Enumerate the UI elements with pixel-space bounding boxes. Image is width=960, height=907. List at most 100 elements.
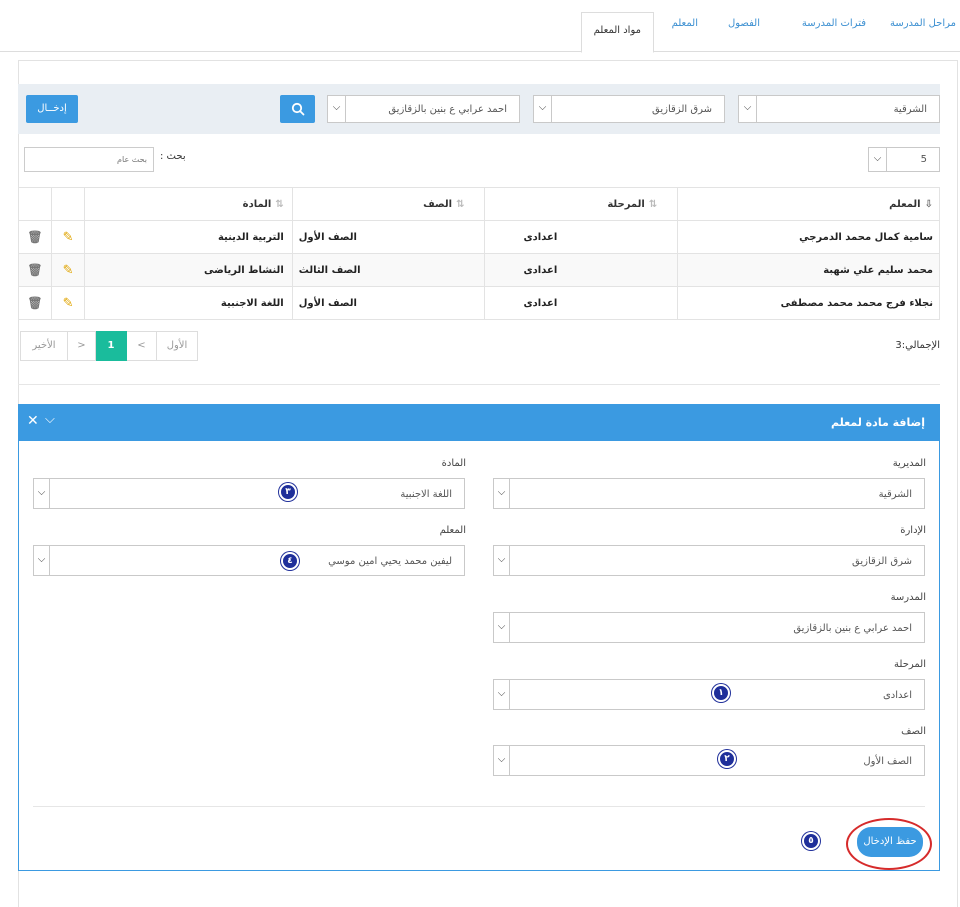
- page-next-button[interactable]: >: [67, 331, 96, 361]
- tab-teacher[interactable]: المعلم: [672, 18, 698, 29]
- cell-stage: اعدادى: [484, 286, 679, 320]
- trash-icon: 🗑: [27, 263, 43, 277]
- panel-header: إضافة مادة لمعلم ✕ ⌵: [19, 405, 939, 441]
- grade-select[interactable]: الصف الأول ⌵: [493, 745, 925, 776]
- table-row: نجلاء فرج محمد محمد مصطفى اعدادى الصف ال…: [17, 286, 940, 320]
- delete-button[interactable]: 🗑: [17, 286, 53, 320]
- pencil-icon: ✎: [62, 262, 74, 278]
- page-last-button[interactable]: الأخير: [20, 331, 68, 361]
- tab-teacher-subjects[interactable]: مواد المعلم: [580, 12, 654, 53]
- page-size-value: 5: [920, 154, 927, 165]
- column-header-grade[interactable]: ⇅الصف: [291, 187, 486, 221]
- edit-button[interactable]: ✎: [51, 286, 85, 320]
- search-icon: [291, 102, 304, 116]
- school-filter-value: احمد عرابي ع بنين بالزقازيق: [388, 104, 507, 115]
- delete-button[interactable]: 🗑: [17, 220, 53, 254]
- divider: [18, 384, 940, 385]
- directorate-select[interactable]: الشرقية ⌵: [493, 478, 925, 509]
- step-badge-1: ١: [712, 684, 730, 702]
- chevron-down-icon: ⌵: [534, 96, 552, 122]
- subject-value: اللغة الاجنبية: [400, 489, 452, 500]
- table-row: سامية كمال محمد الدمرجي اعدادى الصف الأو…: [17, 220, 940, 254]
- cell-grade: الصف الأول: [291, 286, 486, 320]
- column-header-stage[interactable]: ⇅المرحلة: [484, 187, 679, 221]
- page-prev-button[interactable]: <: [126, 331, 157, 361]
- teacher-select[interactable]: ليفين محمد يحيي امين موسي ⌵: [33, 545, 465, 576]
- tab-school-periods[interactable]: فترات المدرسة: [802, 18, 866, 29]
- chevron-down-icon: ⌵: [34, 479, 50, 508]
- cell-teacher: محمد سليم علي شهبة: [677, 253, 940, 287]
- column-header-subject[interactable]: ⇅المادة: [84, 187, 293, 221]
- sort-icon: ⇩: [924, 198, 933, 210]
- directorate-label: المديرية: [892, 458, 926, 469]
- administration-value: شرق الزقازيق: [852, 556, 912, 567]
- chevron-down-icon: ⌵: [494, 546, 510, 575]
- column-header-teacher[interactable]: ⇩المعلم: [677, 187, 940, 221]
- directorate-filter-value: الشرقية: [893, 104, 927, 115]
- chevron-down-icon: ⌵: [494, 680, 510, 709]
- header-label: المعلم: [889, 198, 921, 210]
- teacher-subjects-table: ⇩المعلم ⇅المرحلة ⇅الصف ⇅المادة سامية كما…: [17, 187, 940, 320]
- trash-icon: 🗑: [27, 296, 43, 310]
- page-size-select[interactable]: 5 ⌵: [868, 147, 940, 172]
- cell-teacher: نجلاء فرج محمد محمد مصطفى: [677, 286, 940, 320]
- tab-classes[interactable]: الفصول: [728, 18, 760, 29]
- column-header-edit: [51, 187, 85, 221]
- header-label: المادة: [242, 198, 272, 210]
- column-header-delete: [17, 187, 53, 221]
- save-entry-button[interactable]: حفظ الإدخال: [857, 827, 923, 857]
- pencil-icon: ✎: [62, 295, 74, 311]
- cell-subject: النشاط الرياضى: [84, 253, 293, 287]
- step-badge-4: ٤: [281, 552, 299, 570]
- tab-bar: مراحل المدرسة فترات المدرسة الفصول المعل…: [0, 0, 960, 53]
- stage-label: المرحلة: [894, 659, 926, 670]
- school-select[interactable]: احمد عرابي ع بنين بالزقازيق ⌵: [493, 612, 925, 643]
- teacher-value: ليفين محمد يحيي امين موسي: [328, 556, 452, 567]
- stage-select[interactable]: اعدادى ⌵: [493, 679, 925, 710]
- cell-subject: اللغة الاجنبية: [84, 286, 293, 320]
- administration-select[interactable]: شرق الزقازيق ⌵: [493, 545, 925, 576]
- page-first-button[interactable]: الأول: [156, 331, 198, 361]
- enter-button[interactable]: إدخــال: [26, 95, 78, 123]
- directorate-filter-select[interactable]: الشرقية ⌵: [738, 95, 940, 123]
- cell-grade: الصف الأول: [291, 220, 486, 254]
- page-1-button[interactable]: 1: [95, 331, 127, 361]
- sort-icon: ⇅: [648, 198, 658, 210]
- school-value: احمد عرابي ع بنين بالزقازيق: [793, 623, 912, 634]
- subject-select[interactable]: اللغة الاجنبية ⌵: [33, 478, 465, 509]
- panel-title: إضافة مادة لمعلم: [831, 416, 925, 429]
- chevron-down-icon: ⌵: [34, 546, 50, 575]
- table-header-row: ⇩المعلم ⇅المرحلة ⇅الصف ⇅المادة: [17, 187, 940, 221]
- chevron-down-icon: ⌵: [869, 148, 887, 171]
- administration-filter-select[interactable]: شرق الزقازيق ⌵: [533, 95, 725, 123]
- step-badge-2: ٢: [718, 750, 736, 768]
- sort-icon: ⇅: [275, 198, 284, 210]
- delete-button[interactable]: 🗑: [17, 253, 53, 287]
- pencil-icon: ✎: [62, 229, 74, 245]
- stage-value: اعدادى: [882, 690, 912, 701]
- search-label: بحث :: [160, 151, 186, 162]
- school-label: المدرسة: [890, 592, 926, 603]
- edit-button[interactable]: ✎: [51, 253, 85, 287]
- close-icon[interactable]: ✕: [27, 413, 39, 429]
- total-count: الإجمالي:3: [895, 340, 940, 351]
- table-row: محمد سليم علي شهبة اعدادى الصف الثالث ال…: [17, 253, 940, 287]
- trash-icon: 🗑: [27, 230, 43, 244]
- step-badge-5: ٥: [802, 832, 820, 850]
- cell-stage: اعدادى: [484, 220, 679, 254]
- step-badge-3: ٣: [279, 483, 297, 501]
- tab-school-stages[interactable]: مراحل المدرسة: [890, 18, 956, 29]
- header-label: المرحلة: [607, 198, 645, 210]
- global-search-input[interactable]: [24, 147, 154, 172]
- cell-grade: الصف الثالث: [291, 253, 486, 287]
- teacher-label: المعلم: [439, 525, 466, 536]
- cell-subject: التربية الدينية: [84, 220, 293, 254]
- school-filter-select[interactable]: احمد عرابي ع بنين بالزقازيق ⌵: [327, 95, 520, 123]
- chevron-down-icon: ⌵: [739, 96, 757, 122]
- chevron-down-icon[interactable]: ⌵: [45, 412, 55, 427]
- grade-value: الصف الأول: [863, 756, 912, 767]
- search-button[interactable]: [280, 95, 315, 123]
- directorate-value: الشرقية: [878, 489, 912, 500]
- edit-button[interactable]: ✎: [51, 220, 85, 254]
- grade-label: الصف: [901, 726, 926, 737]
